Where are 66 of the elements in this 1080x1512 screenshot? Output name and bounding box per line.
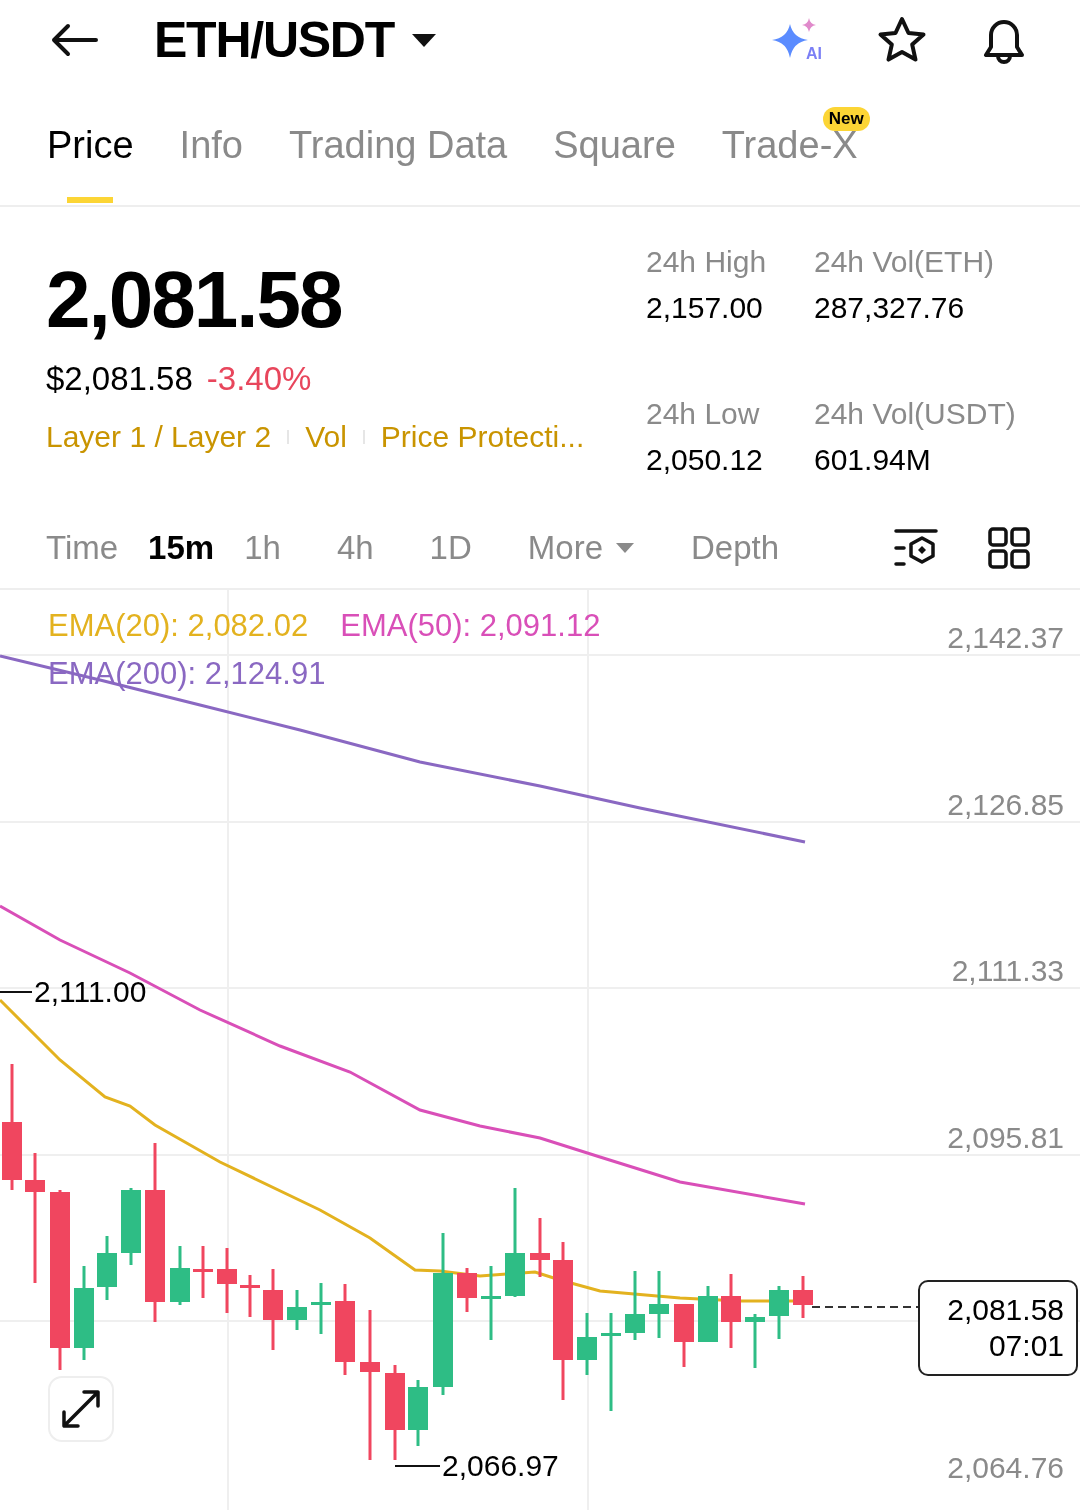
ema-label: EMA(50): 2,091.12 — [340, 607, 601, 645]
pair-title[interactable]: ETH/USDT — [154, 2, 394, 78]
rising-candle — [408, 1380, 428, 1446]
stat-label: 24h Vol(USDT) — [814, 396, 1016, 432]
low-marker-line — [394, 1465, 441, 1467]
tag-link[interactable]: Layer 1 / Layer 2 — [46, 417, 272, 457]
rising-candle — [769, 1286, 789, 1339]
high-marker-line — [0, 991, 33, 993]
falling-candle — [530, 1218, 550, 1277]
caret-down-icon[interactable] — [410, 32, 438, 48]
price-axis-label: 2,111.33 — [951, 953, 1064, 989]
tab[interactable]: Info — [179, 121, 243, 197]
indicator-settings-icon[interactable] — [894, 527, 938, 568]
new-badge: New — [822, 107, 870, 131]
grid-layout-icon[interactable] — [988, 526, 1030, 569]
price-change: -3.40% — [206, 359, 312, 399]
rising-candle — [745, 1314, 765, 1368]
rising-candle — [311, 1283, 331, 1334]
high-marker-label: 2,111.00 — [34, 974, 147, 1010]
more-dropdown[interactable]: More — [527, 522, 635, 573]
ema-label: EMA(20): 2,082.02 — [48, 607, 309, 645]
price-axis-label: 2,142.37 — [947, 620, 1064, 656]
rising-candle — [170, 1246, 190, 1305]
interval-option[interactable]: 15m — [148, 522, 215, 573]
usd-price: $2,081.58 — [46, 359, 193, 399]
stat-label: 24h High — [646, 244, 768, 280]
rising-candle — [625, 1271, 645, 1340]
stat-value: 2,157.00 — [646, 290, 764, 326]
stat-value: 601.94M — [814, 442, 932, 478]
stat-label: 24h Low — [646, 396, 761, 432]
falling-candle — [793, 1276, 813, 1318]
tab[interactable]: Price — [47, 121, 134, 197]
price-axis-label: 2,064.76 — [947, 1450, 1064, 1486]
back-arrow-icon[interactable] — [50, 23, 98, 57]
expand-arrows-icon — [60, 1388, 102, 1430]
star-icon[interactable] — [876, 16, 928, 64]
rising-candle — [698, 1286, 718, 1342]
rising-candle — [577, 1313, 597, 1375]
interval-option[interactable]: Time — [46, 522, 119, 573]
interval-option[interactable]: 1D — [429, 522, 472, 573]
rising-candle — [649, 1271, 669, 1338]
caret-down-icon — [615, 541, 635, 554]
interval-option[interactable]: Depth — [691, 522, 780, 573]
tag-link[interactable]: Price Protecti... — [380, 417, 585, 457]
stat-value: 2,050.12 — [646, 442, 764, 478]
interval-option[interactable]: 1h — [244, 522, 281, 573]
falling-candle — [240, 1275, 260, 1317]
falling-candle — [193, 1246, 213, 1298]
rising-candle — [97, 1236, 117, 1300]
tag-link[interactable]: Vol — [305, 417, 347, 457]
fullscreen-button[interactable] — [48, 1376, 114, 1442]
rising-candle — [287, 1290, 307, 1330]
price-axis-label: 2,095.81 — [947, 1120, 1064, 1156]
tab[interactable]: Square — [553, 121, 676, 197]
interval-option[interactable]: 4h — [336, 522, 374, 573]
falling-candle — [217, 1248, 237, 1313]
falling-candle — [457, 1268, 477, 1312]
stat-label: 24h Vol(ETH) — [814, 244, 996, 280]
falling-candle — [674, 1304, 694, 1367]
last-price-value: 2,081.58 — [947, 1292, 1064, 1328]
price-axis-label: 2,126.85 — [947, 787, 1064, 823]
low-marker-label: 2,066.97 — [442, 1448, 559, 1484]
candle-countdown: 07:01 — [988, 1328, 1064, 1364]
stat-value: 287,327.76 — [814, 290, 966, 326]
tab[interactable]: Trading Data — [288, 121, 508, 197]
last-price: 2,081.58 — [46, 255, 343, 345]
